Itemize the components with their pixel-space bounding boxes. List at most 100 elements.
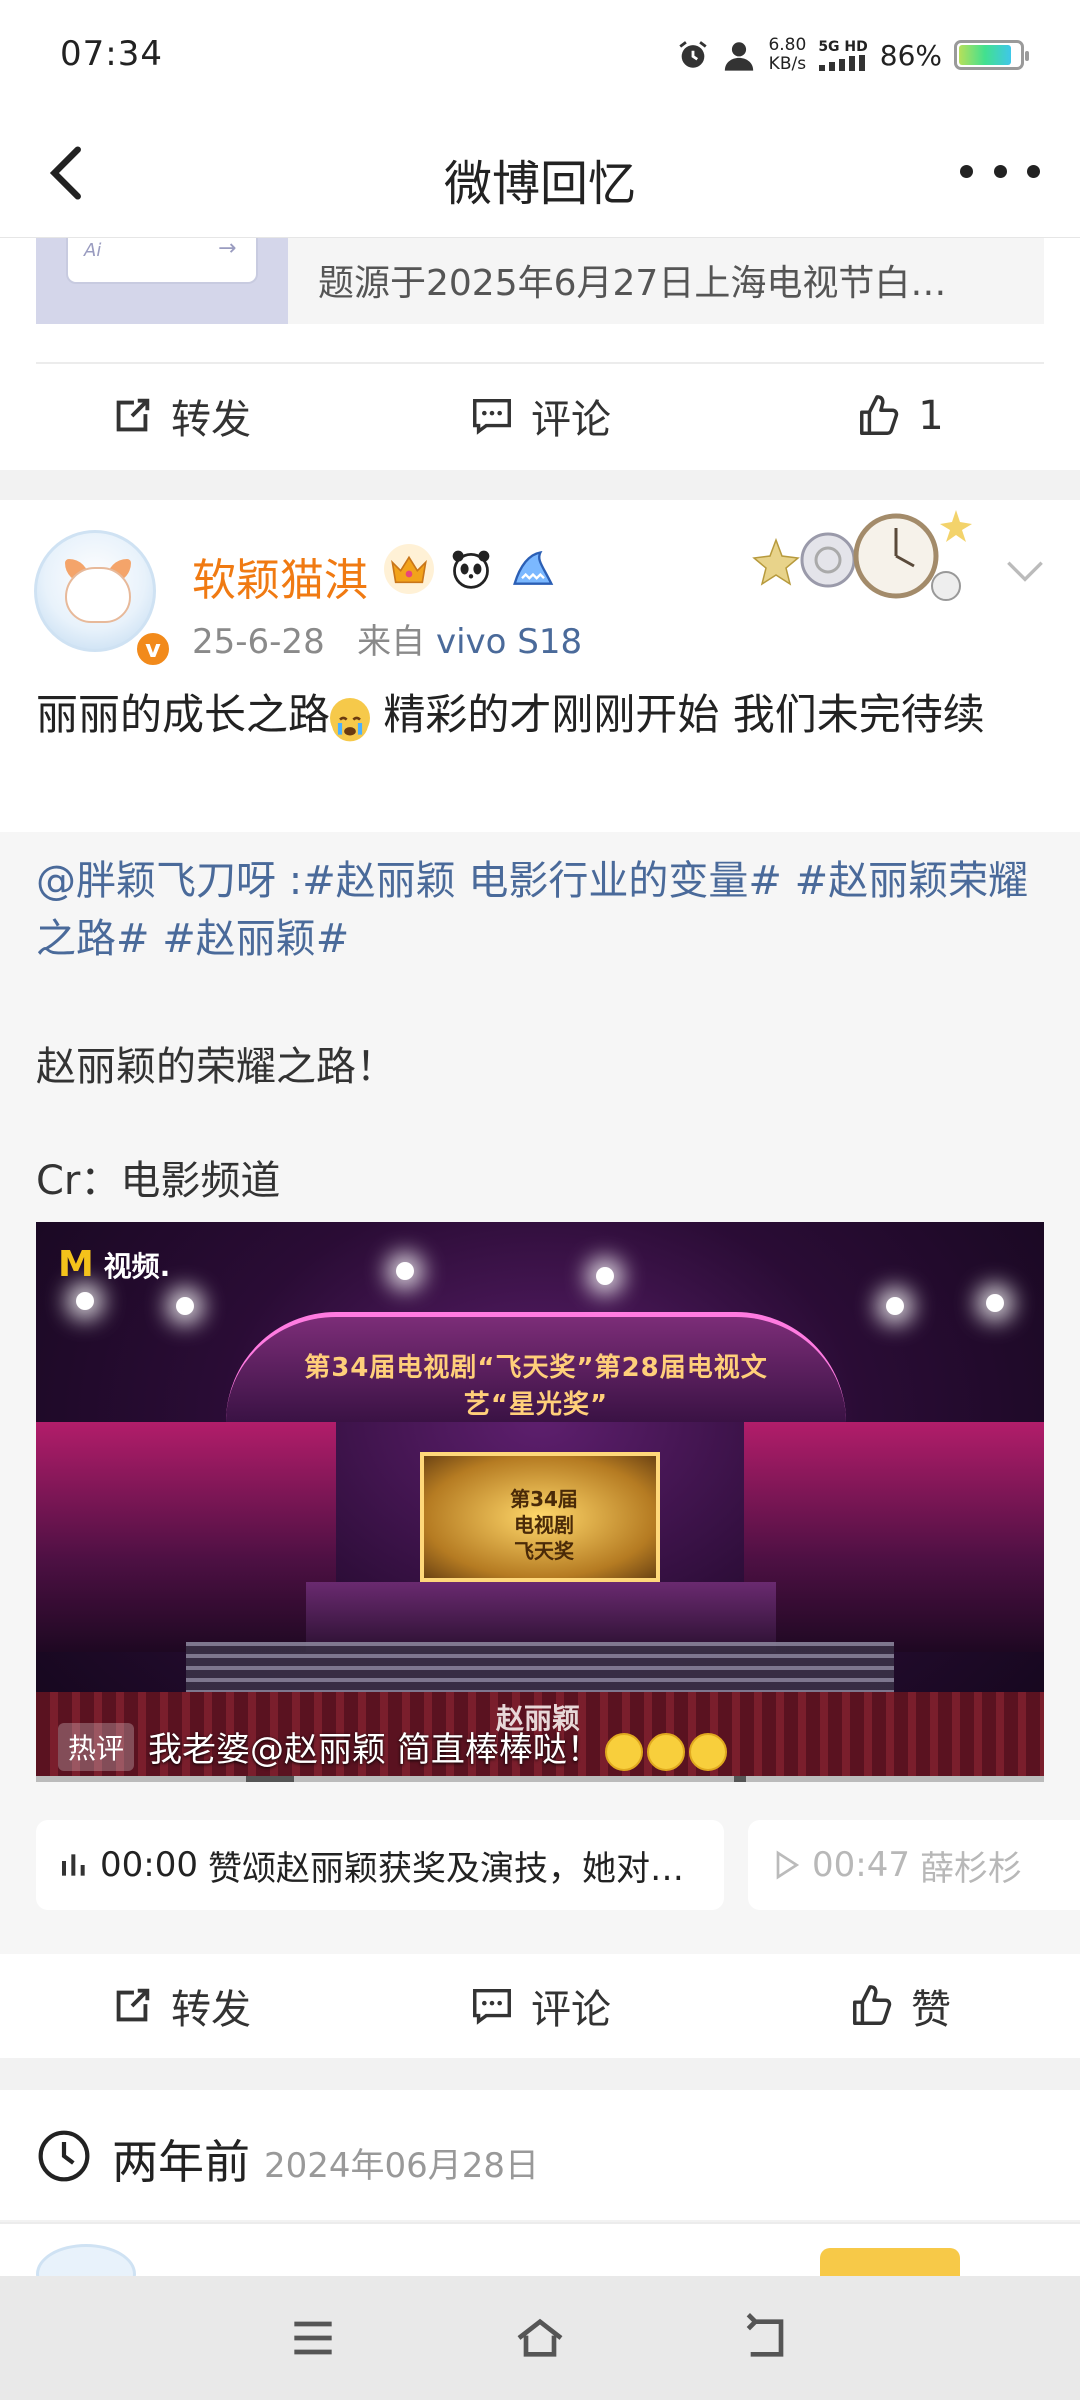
video-chapters: 00:00 赞颂赵丽颖获奖及演技，她对… 00:47 薛杉杉 <box>36 1820 1080 1912</box>
dot <box>993 164 1007 178</box>
alarm-icon <box>679 41 708 68</box>
page-title: 微博回忆 <box>443 156 636 212</box>
post-date: 25-6-28 <box>192 622 325 662</box>
post-card-next <box>0 2222 1080 2282</box>
stage-wing-left <box>36 1422 336 1652</box>
hot-comment-tag: 热评 <box>58 1722 135 1771</box>
action-bar: 转发 评论 1 <box>0 364 1080 468</box>
ai-label: Ai <box>84 240 102 261</box>
stage-wing-right <box>744 1422 1044 1652</box>
stage-light <box>396 1262 414 1280</box>
post-source-prefix: 来自 <box>357 622 426 662</box>
status-icons: 6.80 KB/s 5G HD 86% <box>676 30 1029 80</box>
audio-bars-icon <box>62 1854 85 1876</box>
comment-button[interactable]: 评论 <box>360 387 720 445</box>
stage-light <box>176 1297 194 1315</box>
quote-text: 题源于2025年6月27日上海电视节白… <box>318 263 947 304</box>
chapter-time: 00:00 <box>100 1845 198 1885</box>
chapter-time: 00:47 <box>812 1845 910 1885</box>
signal-indicator: 5G HD <box>818 39 868 71</box>
stage-screen: 第34届 电视剧 飞天奖 <box>420 1452 660 1582</box>
repost-label: 转发 <box>171 397 251 443</box>
retweet-credit: Cr：电影频道 <box>36 1158 281 1204</box>
repost-icon <box>116 398 150 432</box>
video-progress[interactable] <box>36 1776 1044 1782</box>
post-card: v 软颖猫淇 25-6-28 来自 vivo S18 丽丽的成长之路 精彩的才刚… <box>0 500 1080 2058</box>
progress-segment <box>294 1776 734 1782</box>
menu-icon[interactable] <box>285 2310 341 2366</box>
play-icon <box>776 1850 800 1880</box>
chevron-down-icon[interactable] <box>1000 546 1050 596</box>
avatar[interactable]: v <box>34 530 173 669</box>
hot-comment-text: 我老婆@赵丽颖 简直棒棒哒！ <box>148 1722 727 1771</box>
grin-emoji-icon <box>688 1732 727 1771</box>
chapter-chip[interactable]: 00:00 赞颂赵丽颖获奖及演技，她对… <box>36 1820 724 1910</box>
stage-light <box>886 1297 904 1315</box>
more-dots-icon[interactable] <box>960 146 1040 196</box>
mention-link[interactable]: @胖颖飞刀呀 <box>36 858 276 904</box>
arch-text: 第34届电视剧“飞天奖”第28届电视文艺“星光奖” <box>304 1353 768 1420</box>
comment-button[interactable]: 评论 <box>360 1977 720 2035</box>
clock: 07:34 <box>60 34 163 74</box>
quoted-content[interactable]: Ai → 题源于2025年6月27日上海电视节白… <box>36 238 1044 324</box>
chapter-chip[interactable]: 00:47 薛杉杉 <box>748 1820 1080 1910</box>
comment-icon <box>473 1988 511 2025</box>
shark-icon[interactable] <box>508 544 558 594</box>
post-text: 丽丽的成长之路 精彩的才刚刚开始 我们未完待续 <box>36 690 985 741</box>
cat-face <box>65 567 131 623</box>
clock-decoration-icon <box>752 510 972 601</box>
video-player[interactable]: 第34届电视剧“飞天奖”第28届电视文艺“星光奖” 第34届 电视剧 飞天奖 M… <box>36 1222 1044 1782</box>
thumbs-up-icon <box>860 395 899 435</box>
hashtag-link[interactable]: #赵丽颖# <box>162 916 349 962</box>
verified-badge: v <box>133 629 173 669</box>
home-icon[interactable] <box>512 2310 568 2366</box>
quote-thumbnail: Ai → <box>36 238 288 324</box>
grin-emoji-icon <box>646 1732 685 1771</box>
post-card-previous: Ai → 题源于2025年6月27日上海电视节白… 转发 评论 1 <box>0 238 1080 470</box>
retweeted-post[interactable]: @胖颖飞刀呀 :#赵丽颖 电影行业的变量# #赵丽颖荣耀之路# #赵丽颖# 赵丽… <box>0 832 1080 1954</box>
chapter-text: 薛杉杉 <box>919 1848 1022 1889</box>
action-bar: 转发 评论 赞 <box>0 1956 1080 2056</box>
retweet-text: @胖颖飞刀呀 :#赵丽颖 电影行业的变量# #赵丽颖荣耀之路# #赵丽颖# <box>36 858 1029 962</box>
section-title: 两年前 <box>112 2135 250 2189</box>
status-bar: 07:34 6.80 KB/s 5G HD 86% <box>0 0 1080 110</box>
like-count: 1 <box>918 393 944 439</box>
repost-button[interactable]: 转发 <box>0 1977 360 2035</box>
post-source[interactable]: vivo S18 <box>436 622 582 662</box>
hot-comment: 热评 我老婆@赵丽颖 简直棒棒哒！ <box>58 1722 727 1771</box>
back-icon[interactable] <box>739 2310 795 2366</box>
grin-emoji-icon <box>604 1732 643 1771</box>
retweet-body: 赵丽颖的荣耀之路！ <box>36 1044 396 1090</box>
user-badges <box>384 544 558 594</box>
battery-icon <box>954 40 1029 70</box>
app-header: 微博回忆 <box>0 110 1080 238</box>
section-date: 2024年06月28日 <box>264 2146 540 2186</box>
panda-icon[interactable] <box>446 544 496 594</box>
comment-icon <box>473 398 511 435</box>
signal-bars-icon <box>819 55 866 71</box>
comment-label: 评论 <box>531 1987 611 2033</box>
person-icon <box>725 42 754 71</box>
screen-text: 第34届 电视剧 飞天奖 <box>510 1487 578 1563</box>
memory-section-header: 两年前 2024年06月28日 <box>0 2090 1080 2220</box>
stage-light <box>76 1292 94 1310</box>
crown-icon[interactable] <box>384 544 434 594</box>
net-speed: 6.80 KB/s <box>768 35 807 74</box>
repost-icon <box>116 1988 150 2022</box>
clock-icon <box>38 2130 90 2182</box>
hashtag-link[interactable]: #赵丽颖 电影行业的变量# <box>302 858 782 904</box>
arrow-right-icon: → <box>218 238 237 261</box>
thumbnail-card: Ai → <box>66 238 258 284</box>
crying-emoji-icon <box>330 697 371 741</box>
channel-logo: M 视频. <box>58 1244 171 1285</box>
like-button[interactable]: 赞 <box>720 1977 1080 2035</box>
dot <box>960 164 973 178</box>
repost-label: 转发 <box>171 1987 251 2033</box>
repost-button[interactable]: 转发 <box>0 387 360 445</box>
battery-percent: 86% <box>879 38 942 72</box>
battery-level <box>959 45 1011 65</box>
progress-segment <box>36 1776 246 1782</box>
dot <box>1027 164 1040 178</box>
like-button[interactable]: 1 <box>720 393 1080 439</box>
username[interactable]: 软颖猫淇 <box>192 544 368 608</box>
